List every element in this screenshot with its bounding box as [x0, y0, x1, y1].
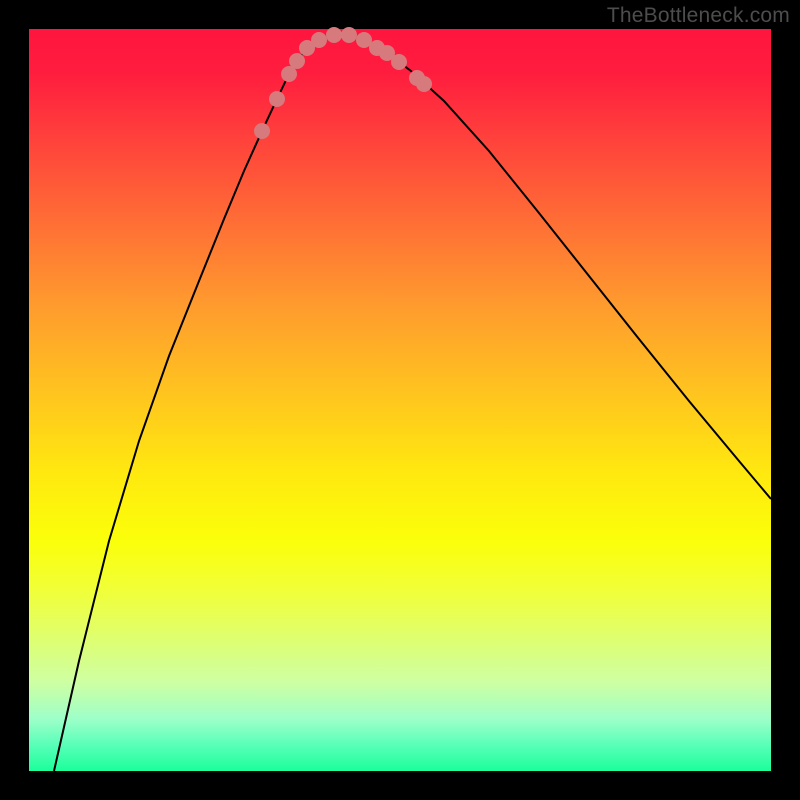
curve-marker	[416, 76, 432, 92]
chart-frame: TheBottleneck.com	[0, 0, 800, 800]
marker-group	[254, 27, 432, 139]
curve-marker	[391, 54, 407, 70]
bottleneck-curve	[54, 35, 771, 771]
curve-marker	[311, 32, 327, 48]
curve-marker	[269, 91, 285, 107]
curve-marker	[326, 27, 342, 43]
curve-marker	[254, 123, 270, 139]
curve-marker	[289, 53, 305, 69]
watermark-label: TheBottleneck.com	[607, 4, 790, 28]
curve-marker	[341, 27, 357, 43]
chart-overlay	[29, 29, 771, 771]
